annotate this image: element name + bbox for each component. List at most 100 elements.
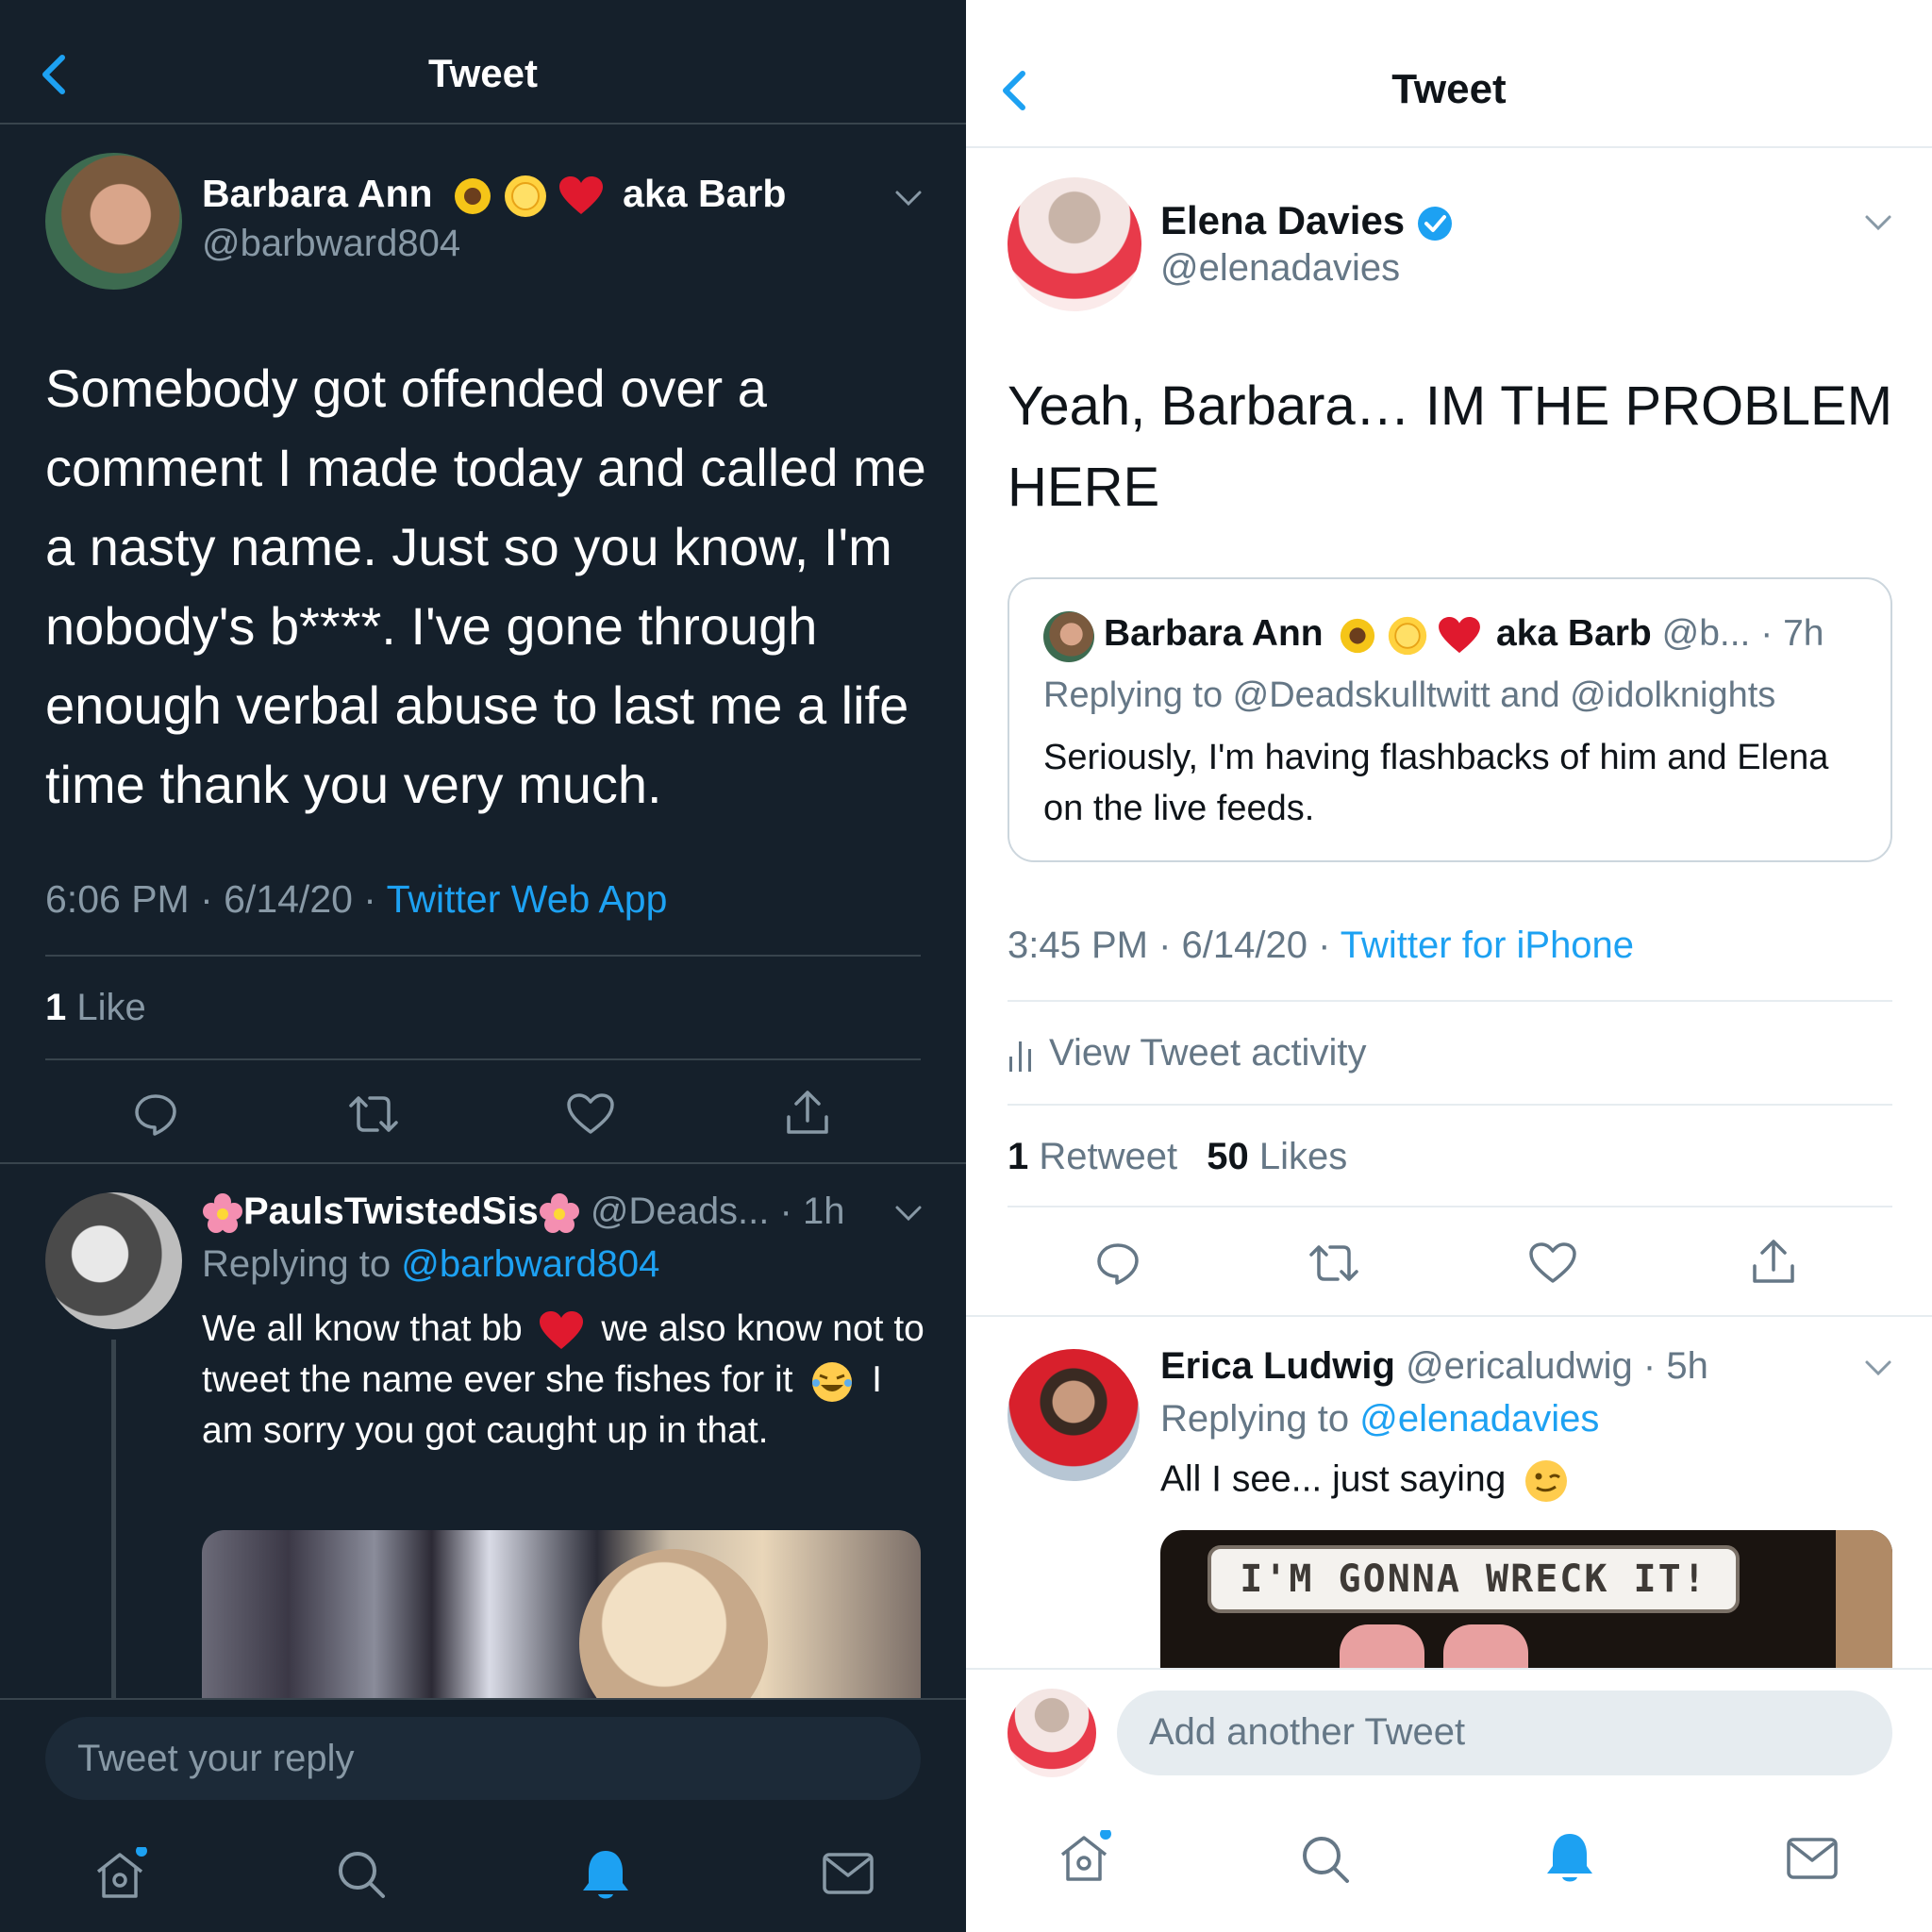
reply-input-placeholder: Tweet your reply <box>77 1738 355 1779</box>
add-tweet-placeholder: Add another Tweet <box>1149 1711 1466 1753</box>
quoted-header: Barbara Ann aka Barb @b... · 7h <box>1104 613 1824 657</box>
author-name-row[interactable]: Elena Davies <box>1160 198 1454 243</box>
reply-header[interactable]: Erica Ludwig @ericaludwig · 5h <box>1160 1345 1708 1388</box>
likes-label: Likes <box>1258 1136 1348 1177</box>
sunflower-icon <box>1339 617 1376 655</box>
author-suffix: aka Barb <box>623 172 787 215</box>
header-divider <box>0 123 966 125</box>
chevron-down-icon[interactable] <box>894 189 923 208</box>
gif-fist <box>1443 1624 1528 1668</box>
tweet-stats: 1 Retweet 50 Likes <box>1008 1136 1347 1178</box>
right-tweet-panel: Tweet Elena Davies @elenadavies Yeah, Ba… <box>966 0 1932 1932</box>
sun-face-icon <box>1387 615 1428 657</box>
avatar[interactable] <box>1008 1349 1140 1481</box>
author-name: Barbara Ann <box>202 172 433 215</box>
heart-emoji-icon <box>1439 616 1481 655</box>
messages-icon[interactable] <box>821 1851 875 1896</box>
likes-stat[interactable]: 1 Like <box>45 987 146 1029</box>
replying-prefix: Replying to <box>202 1243 391 1285</box>
reply-text-part: All I see... just saying <box>1160 1458 1507 1500</box>
speech-bubble: I'M GONNA WRECK IT! <box>1208 1545 1740 1613</box>
heart-emoji-icon <box>540 1310 584 1351</box>
retweet-icon[interactable] <box>347 1092 400 1136</box>
reply-author-name: PaulsTwistedSis <box>243 1191 539 1232</box>
reply-text: We all know that bb we also know not to … <box>202 1304 928 1457</box>
quoted-author-handle: @b... <box>1661 613 1751 654</box>
search-icon[interactable] <box>1300 1834 1351 1885</box>
avatar <box>1043 611 1094 662</box>
thread-line <box>111 1340 116 1698</box>
avatar[interactable] <box>1008 177 1141 311</box>
likes-label: Like <box>76 987 146 1028</box>
author-name-row[interactable]: Barbara Ann aka Barb <box>202 172 786 219</box>
heart-emoji-icon <box>558 176 603 216</box>
divider <box>45 955 921 957</box>
author-name: Elena Davies <box>1160 198 1406 242</box>
tweet-source-link[interactable]: Twitter for iPhone <box>1341 924 1634 966</box>
replying-to: Replying to @elenadavies <box>1160 1398 1599 1441</box>
messages-icon[interactable] <box>1785 1836 1840 1881</box>
chevron-down-icon[interactable] <box>894 1204 923 1223</box>
share-icon[interactable] <box>1749 1238 1798 1287</box>
author-handle[interactable]: @barbward804 <box>202 223 460 265</box>
search-icon[interactable] <box>336 1849 387 1900</box>
composer-avatar <box>1008 1689 1096 1777</box>
author-handle[interactable]: @elenadavies <box>1160 247 1400 290</box>
retweet-icon[interactable] <box>1307 1241 1360 1285</box>
reply-author-handle: @ericaludwig <box>1406 1345 1633 1387</box>
notifications-icon[interactable] <box>579 1847 632 1902</box>
avatar[interactable] <box>45 153 182 290</box>
laughing-emoji-icon <box>810 1360 854 1404</box>
divider <box>1008 1206 1892 1208</box>
view-tweet-activity[interactable]: View Tweet activity <box>1008 1032 1366 1074</box>
divider <box>45 1058 921 1060</box>
notifications-icon[interactable] <box>1543 1830 1596 1885</box>
winking-emoji-icon <box>1524 1458 1569 1504</box>
quoted-age: · 7h <box>1760 613 1824 654</box>
verified-badge-icon <box>1416 205 1454 242</box>
divider <box>966 1315 1932 1317</box>
gif-wall <box>1836 1530 1892 1668</box>
tweet-body: Yeah, Barbara… IM THE PROBLEM HERE <box>1008 375 1893 518</box>
avatar[interactable] <box>45 1192 182 1329</box>
like-icon[interactable] <box>566 1092 615 1136</box>
reply-header[interactable]: PaulsTwistedSis @Deads... · 1h <box>202 1191 844 1234</box>
tweet-timestamp: 6:06 PM · 6/14/20 · <box>45 877 376 921</box>
like-icon[interactable] <box>1528 1241 1577 1285</box>
quoted-author-name: Barbara Ann <box>1104 613 1324 654</box>
left-tweet-panel: Tweet Barbara Ann aka Barb @barbward804 … <box>0 0 966 1932</box>
tweet-timestamp: 3:45 PM · 6/14/20 · <box>1008 924 1331 966</box>
replying-to-link[interactable]: @elenadavies <box>1359 1398 1599 1440</box>
reply-text: All I see... just saying <box>1160 1458 1569 1504</box>
reply-media[interactable]: I'M GONNA WRECK IT! <box>1160 1530 1892 1668</box>
reply-input[interactable]: Tweet your reply <box>45 1717 921 1800</box>
divider <box>1008 1104 1892 1106</box>
share-icon[interactable] <box>783 1089 832 1138</box>
blossom-icon <box>539 1192 580 1234</box>
chevron-down-icon[interactable] <box>1864 1358 1892 1377</box>
home-icon[interactable] <box>1057 1830 1111 1885</box>
retweets-stat[interactable]: 1 Retweet <box>1008 1136 1188 1177</box>
replying-prefix: Replying to <box>1160 1398 1350 1440</box>
add-tweet-input[interactable]: Add another Tweet <box>1117 1690 1892 1775</box>
bar-chart-icon <box>1009 1041 1031 1073</box>
tweet-body: Somebody got offended over a comment I m… <box>45 358 926 814</box>
quoted-tweet[interactable]: Barbara Ann aka Barb @b... · 7h Replying… <box>1008 577 1892 862</box>
reply-author-name: Erica Ludwig <box>1160 1345 1395 1387</box>
sunflower-icon <box>453 176 492 216</box>
home-icon[interactable] <box>92 1847 147 1902</box>
replying-to: Replying to @barbward804 <box>202 1243 659 1286</box>
reply-media[interactable] <box>202 1530 921 1698</box>
reply-icon[interactable] <box>132 1091 179 1138</box>
quoted-author-suffix: aka Barb <box>1496 613 1652 654</box>
reply-age: · 5h <box>1642 1345 1708 1387</box>
likes-count: 50 <box>1207 1136 1249 1177</box>
chevron-down-icon[interactable] <box>1864 213 1892 232</box>
quoted-text: Seriously, I'm having flashbacks of him … <box>1043 738 1829 828</box>
divider <box>0 1162 966 1164</box>
sun-face-icon <box>503 174 548 219</box>
likes-stat[interactable]: 50 Likes <box>1207 1136 1347 1177</box>
replying-to-link[interactable]: @barbward804 <box>401 1243 659 1285</box>
reply-icon[interactable] <box>1094 1240 1141 1287</box>
tweet-source-link[interactable]: Twitter Web App <box>387 877 668 921</box>
